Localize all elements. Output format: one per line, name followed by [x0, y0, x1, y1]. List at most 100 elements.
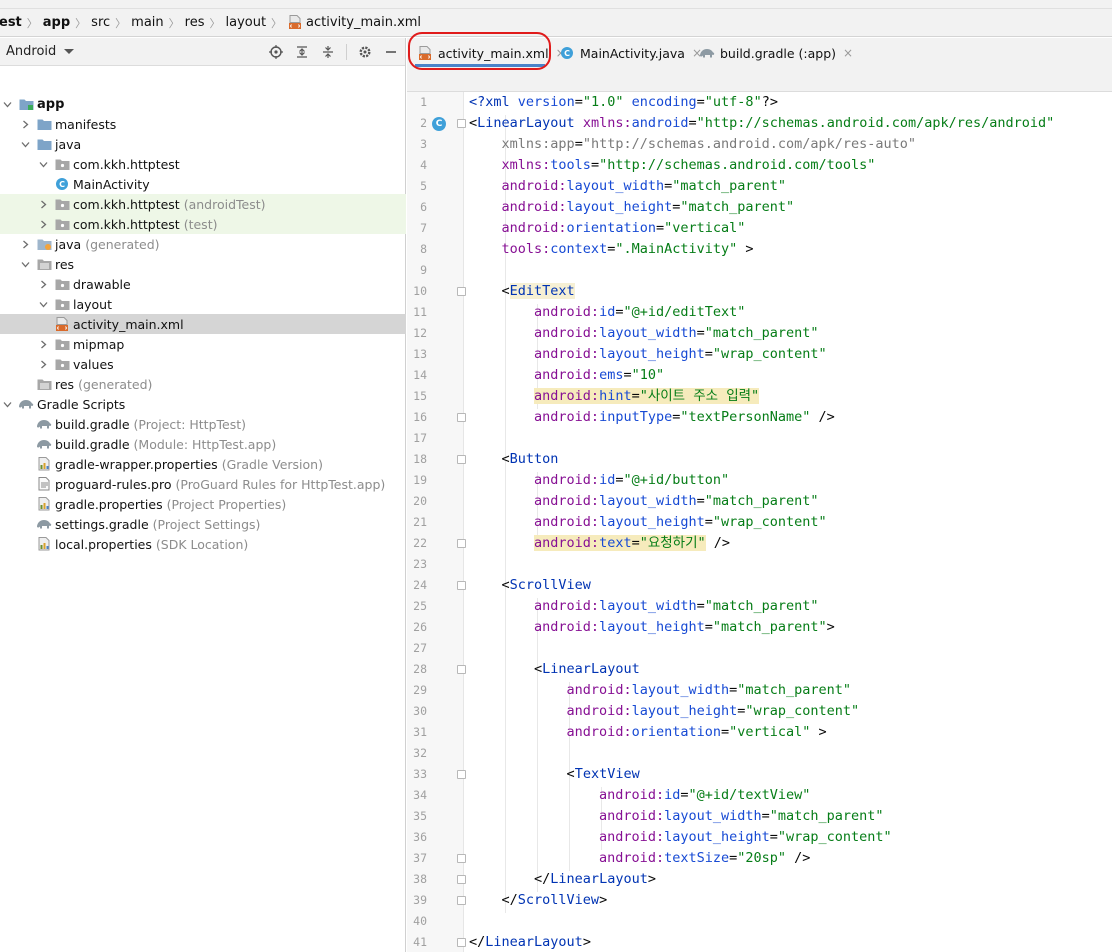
- tree-item[interactable]: res (generated): [0, 374, 406, 394]
- close-icon[interactable]: ×: [843, 46, 853, 60]
- tree-item[interactable]: com.kkh.httptest (test): [0, 214, 406, 234]
- chevron-right-icon[interactable]: [38, 219, 48, 229]
- tree-item[interactable]: gradle-wrapper.properties (Gradle Version…: [0, 454, 406, 474]
- chevron-down-icon[interactable]: [2, 399, 12, 409]
- tree-item[interactable]: settings.gradle (Project Settings): [0, 514, 406, 534]
- code-line[interactable]: <TextView: [469, 764, 640, 785]
- chevron-down-icon[interactable]: [64, 49, 75, 54]
- code-line[interactable]: android:layout_width="match_parent": [469, 680, 852, 701]
- code-line[interactable]: android:layout_height="wrap_content": [469, 512, 827, 533]
- breadcrumb-item[interactable]: est: [0, 15, 25, 30]
- code-line[interactable]: android:layout_width="match_parent": [469, 323, 819, 344]
- tree-item[interactable]: com.kkh.httptest: [0, 154, 406, 174]
- chevron-right-icon[interactable]: [20, 119, 30, 129]
- code-line[interactable]: <EditText: [469, 281, 575, 302]
- code-text[interactable]: <?xml version="1.0" encoding="utf-8"?> <L…: [469, 92, 1112, 952]
- breadcrumb-item[interactable]: activity_main.xml: [284, 15, 424, 31]
- editor-tab[interactable]: build.gradle (:app) ×: [699, 40, 853, 66]
- code-line[interactable]: android:layout_height="wrap_content": [469, 344, 827, 365]
- code-line[interactable]: android:hint="사이트 주소 입력": [469, 386, 760, 407]
- code-area[interactable]: 1 2 C 3 4 5 6 7 8 9 10 11 12 13 14 15 16 17 18 19 20 21 22 23 24…: [407, 92, 1112, 952]
- tree-item[interactable]: proguard-rules.pro (ProGuard Rules for Ht…: [0, 474, 406, 494]
- code-line[interactable]: android:id="@+id/button": [469, 470, 729, 491]
- tree-item[interactable]: java: [0, 134, 406, 154]
- code-line[interactable]: android:layout_width="match_parent": [469, 596, 819, 617]
- view-selector[interactable]: Android: [6, 44, 56, 59]
- fold-marker-icon[interactable]: [457, 938, 466, 947]
- breadcrumb-item[interactable]: res: [182, 15, 208, 30]
- breadcrumb-item[interactable]: app: [40, 15, 73, 30]
- fold-marker-icon[interactable]: [457, 665, 466, 674]
- tree-item[interactable]: com.kkh.httptest (androidTest): [0, 194, 406, 214]
- code-line[interactable]: android:orientation="vertical" >: [469, 722, 827, 743]
- code-line[interactable]: <?xml version="1.0" encoding="utf-8"?>: [469, 92, 778, 113]
- chevron-right-icon[interactable]: [38, 339, 48, 349]
- tree-item[interactable]: build.gradle (Module: HttpTest.app): [0, 434, 406, 454]
- tree-item[interactable]: activity_main.xml: [0, 314, 406, 334]
- code-line[interactable]: android:layout_width="match_parent": [469, 806, 884, 827]
- tree-item[interactable]: C MainActivity: [0, 174, 406, 194]
- code-line[interactable]: xmlns:app="http://schemas.android.com/ap…: [469, 134, 917, 155]
- code-line[interactable]: <LinearLayout: [469, 659, 640, 680]
- fold-marker-icon[interactable]: [457, 770, 466, 779]
- fold-marker-icon[interactable]: [457, 854, 466, 863]
- tree-item[interactable]: values: [0, 354, 406, 374]
- locate-icon[interactable]: [268, 44, 284, 60]
- code-line[interactable]: android:orientation="vertical": [469, 218, 746, 239]
- code-line[interactable]: android:layout_height="wrap_content": [469, 701, 860, 722]
- gear-icon[interactable]: [357, 44, 373, 60]
- fold-marker-icon[interactable]: [457, 119, 466, 128]
- fold-marker-icon[interactable]: [457, 581, 466, 590]
- tree-item[interactable]: mipmap: [0, 334, 406, 354]
- tree-item[interactable]: local.properties (SDK Location): [0, 534, 406, 554]
- fold-marker-icon[interactable]: [457, 287, 466, 296]
- tree-item[interactable]: gradle.properties (Project Properties): [0, 494, 406, 514]
- code-line[interactable]: android:inputType="textPersonName" />: [469, 407, 835, 428]
- chevron-down-icon[interactable]: [38, 299, 48, 309]
- chevron-down-icon[interactable]: [20, 259, 30, 269]
- fold-marker-icon[interactable]: [457, 875, 466, 884]
- hide-panel-icon[interactable]: [383, 44, 399, 60]
- tree-item[interactable]: java (generated): [0, 234, 406, 254]
- chevron-right-icon[interactable]: [38, 359, 48, 369]
- tree-item[interactable]: drawable: [0, 274, 406, 294]
- chevron-down-icon[interactable]: [2, 99, 12, 109]
- breadcrumb-item[interactable]: src: [88, 15, 113, 30]
- code-line[interactable]: tools:context=".MainActivity" >: [469, 239, 754, 260]
- code-line[interactable]: xmlns:tools="http://schemas.android.com/…: [469, 155, 876, 176]
- tree-item[interactable]: res: [0, 254, 406, 274]
- code-line[interactable]: android:id="@+id/editText": [469, 302, 745, 323]
- tree-item[interactable]: Gradle Scripts: [0, 394, 406, 414]
- code-line[interactable]: </LinearLayout>: [469, 932, 591, 952]
- code-line[interactable]: android:layout_width="match_parent": [469, 491, 819, 512]
- collapse-all-icon[interactable]: [320, 44, 336, 60]
- tree-item[interactable]: layout: [0, 294, 406, 314]
- related-class-icon[interactable]: C: [432, 117, 446, 131]
- tree-item[interactable]: app: [0, 94, 406, 114]
- breadcrumb-item[interactable]: main: [128, 15, 166, 30]
- fold-marker-icon[interactable]: [457, 896, 466, 905]
- code-line[interactable]: android:ems="10": [469, 365, 664, 386]
- code-line[interactable]: android:layout_height="match_parent">: [469, 617, 835, 638]
- editor-tab[interactable]: C MainActivity.java ×: [559, 40, 702, 66]
- fold-marker-icon[interactable]: [457, 413, 466, 422]
- code-line[interactable]: android:layout_height="match_parent": [469, 197, 795, 218]
- chevron-right-icon[interactable]: [38, 279, 48, 289]
- code-line[interactable]: </ScrollView>: [469, 890, 608, 911]
- chevron-down-icon[interactable]: [38, 159, 48, 169]
- code-line[interactable]: <Button: [469, 449, 559, 470]
- fold-marker-icon[interactable]: [457, 539, 466, 548]
- code-line[interactable]: android:textSize="20sp" />: [469, 848, 810, 869]
- fold-marker-icon[interactable]: [457, 455, 466, 464]
- code-line[interactable]: <ScrollView: [469, 575, 591, 596]
- code-line[interactable]: <LinearLayout xmlns:android="http://sche…: [469, 113, 1054, 134]
- code-line[interactable]: android:layout_width="match_parent": [469, 176, 787, 197]
- code-line[interactable]: android:id="@+id/textView": [469, 785, 810, 806]
- chevron-right-icon[interactable]: [20, 239, 30, 249]
- breadcrumb-item[interactable]: layout: [222, 15, 269, 30]
- code-line[interactable]: android:layout_height="wrap_content": [469, 827, 892, 848]
- code-line[interactable]: android:text="요청하기" />: [469, 533, 730, 554]
- code-line[interactable]: </LinearLayout>: [469, 869, 656, 890]
- expand-all-icon[interactable]: [294, 44, 310, 60]
- chevron-down-icon[interactable]: [20, 139, 30, 149]
